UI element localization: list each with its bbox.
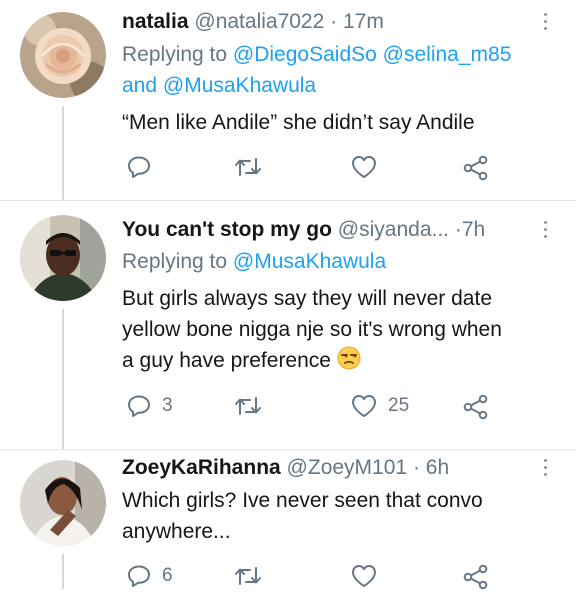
tweet-text-line: “Men like Andile” she didn’t say Andile [122,111,475,134]
tweet-text-fragment: a guy have preference [122,349,331,372]
like-count: 25 [388,395,410,416]
tweet-header: natalia @natalia7022 · 17m [122,9,384,35]
thread-line [62,309,64,449]
timestamp[interactable]: 6h [426,456,449,479]
action-bar [0,154,576,184]
share-button[interactable] [462,393,490,421]
reply-button[interactable]: 3 [126,393,173,419]
display-name[interactable]: natalia [122,10,189,33]
avatar[interactable] [20,460,106,546]
separator: · [454,218,462,241]
like-icon [352,395,376,417]
reply-count: 6 [162,565,173,586]
mention-link[interactable]: @DiegoSaidSo [233,43,377,66]
retweet-button[interactable] [233,154,273,180]
timestamp[interactable]: 17m [343,10,384,33]
like-icon [352,565,376,587]
separator: · [412,456,420,479]
reply-icon [128,156,150,178]
tweet-text: “Men like Andile” she didn’t say Andile [122,107,475,138]
tweet-text: But girls always say they will never dat… [122,283,502,376]
action-bar: 3 25 [0,393,576,423]
like-button[interactable]: 25 [350,393,409,419]
share-icon [463,394,488,420]
unamused-face-emoji-icon [337,346,361,370]
tweet-text: Which girls? Ive never seen that convo a… [122,485,483,547]
tweet-text-line: a guy have preference [122,345,502,376]
retweet-icon [235,158,261,176]
tweet-header: You can't stop my go @siyanda... ·7h [122,217,485,243]
reply-prefix: Replying to [122,250,228,273]
reply-context: Replying to @DiegoSaidSo @selina_m85 [122,42,511,68]
tweet-text-line: yellow bone nigga nje so it's wrong when [122,318,502,341]
handle[interactable]: @natalia7022 [194,10,324,33]
reply-prefix: Replying to [122,43,228,66]
display-name[interactable]: You can't stop my go [122,218,332,241]
avatar[interactable] [20,215,106,301]
share-button[interactable] [462,563,490,591]
like-button[interactable] [350,154,388,180]
mention-link[interactable]: @MusaKhawula [233,250,386,273]
like-button[interactable] [350,563,388,589]
reply-context-line2: and @MusaKhawula [122,73,316,99]
tweet-text-line: Which girls? Ive never seen that convo [122,489,483,512]
tweet-text-line: anywhere... [122,520,231,543]
tweet-header: ZoeyKaRihanna @ZoeyM101 · 6h [122,455,449,481]
like-icon [352,156,376,178]
reply-button[interactable] [126,154,162,180]
retweet-icon [235,567,261,585]
display-name[interactable]: ZoeyKaRihanna [122,456,281,479]
share-icon [463,564,488,590]
reply-button[interactable]: 6 [126,563,173,589]
handle[interactable]: @siyanda... [338,218,449,241]
retweet-button[interactable] [233,393,273,419]
avatar[interactable] [20,12,106,98]
more-icon[interactable] [540,13,550,30]
mention-link[interactable]: @selina_m85 [383,43,512,66]
more-icon[interactable] [540,221,550,238]
tweet-text-line: But girls always say they will never dat… [122,287,492,310]
reply-and[interactable]: and [122,74,157,97]
timestamp[interactable]: 7h [462,218,485,241]
tweet-natalia[interactable]: natalia @natalia7022 · 17m Replying to @… [0,0,576,200]
more-icon[interactable] [540,459,550,476]
reply-icon [128,565,150,587]
separator: · [330,10,338,33]
thread-line [62,106,64,200]
reply-icon [128,395,150,417]
share-button[interactable] [462,154,490,182]
tweet-siyanda[interactable]: You can't stop my go @siyanda... ·7h Rep… [0,201,576,449]
retweet-icon [235,397,261,415]
reply-count: 3 [162,395,173,416]
mention-link[interactable]: @MusaKhawula [163,74,316,97]
handle[interactable]: @ZoeyM101 [287,456,408,479]
retweet-button[interactable] [233,563,273,589]
reply-context: Replying to @MusaKhawula [122,249,386,275]
share-icon [463,155,488,181]
tweet-zoey[interactable]: ZoeyKaRihanna @ZoeyM101 · 6h Which girls… [0,450,576,591]
